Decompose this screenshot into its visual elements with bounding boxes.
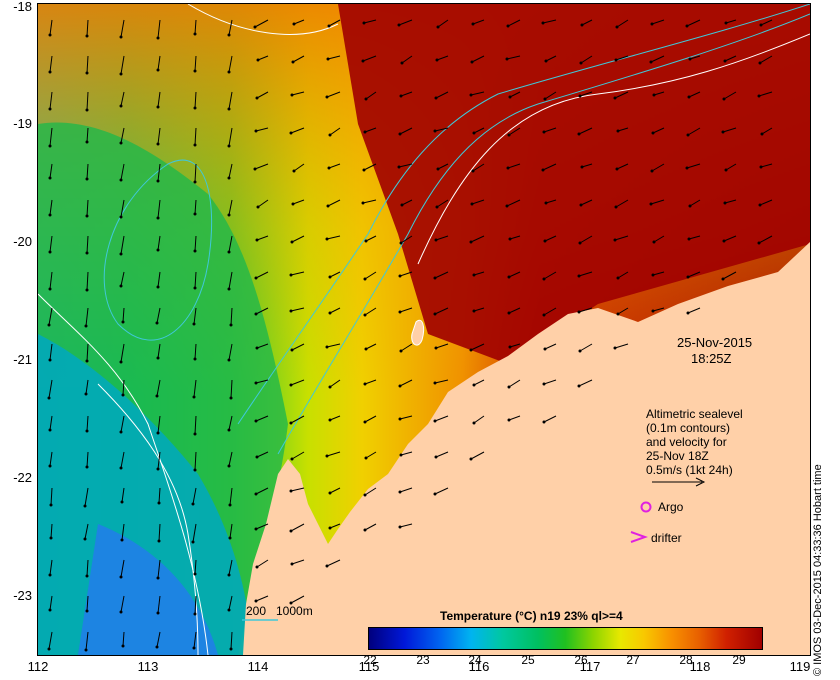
colorbar-label: 26 [574, 653, 588, 667]
x-tick-label: 113 [137, 659, 159, 674]
colorbar-label: 22 [363, 653, 377, 667]
colorbar-label: 29 [732, 653, 746, 667]
y-tick-label: -20 [13, 234, 32, 249]
colorbar-label: 25 [521, 653, 535, 667]
x-tick-label: 112 [27, 659, 49, 674]
credit-text: © IMOS 03-Dec-2015 04:33:36 Hobart time [812, 464, 824, 676]
map-border [37, 3, 811, 656]
y-tick-label: -19 [13, 116, 32, 131]
y-tick-label: -18 [13, 0, 32, 14]
colorbar-label: 23 [416, 653, 430, 667]
colorbar-label: 27 [626, 653, 640, 667]
colorbar [368, 627, 763, 650]
y-tick-label: -21 [13, 352, 32, 367]
y-tick-label: -23 [13, 588, 32, 603]
colorbar-label: 24 [468, 653, 482, 667]
colorbar-label: 28 [679, 653, 693, 667]
x-tick-label: 114 [247, 659, 269, 674]
colorbar-title: Temperature (°C) n19 23% ql>=4 [440, 609, 623, 623]
y-tick-label: -22 [13, 470, 32, 485]
